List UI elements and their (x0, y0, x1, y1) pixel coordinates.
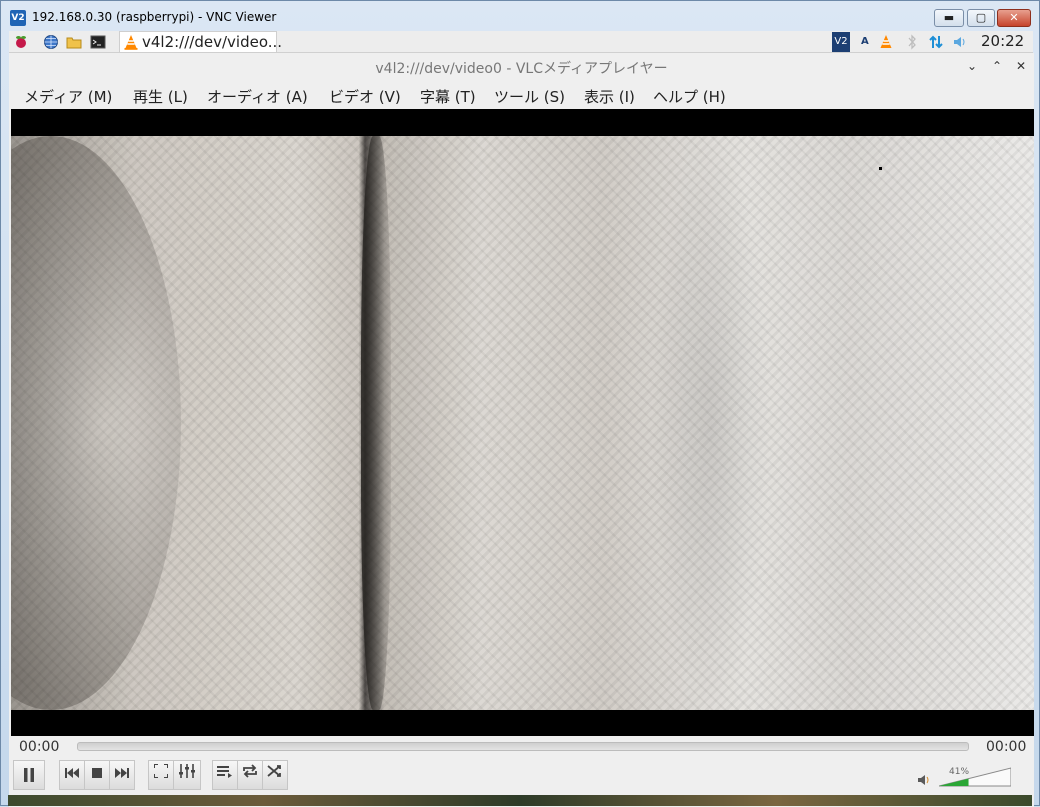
equalizer-icon (179, 764, 195, 778)
vlc-cone-icon (124, 34, 138, 50)
shuffle-button[interactable] (262, 760, 288, 790)
window-titlebar[interactable]: V2 192.168.0.30 (raspberrypi) - VNC View… (1, 1, 1039, 31)
desktop-background-strip (8, 795, 1032, 806)
pause-button[interactable] (13, 760, 45, 790)
stop-icon (92, 768, 102, 778)
maximize-icon: ▢ (975, 11, 987, 24)
vlc-close-icon[interactable]: ✕ (1016, 59, 1026, 73)
raspberry-menu-icon[interactable] (13, 34, 29, 50)
keyboard-layout-icon[interactable]: A (861, 34, 869, 50)
file-manager-icon[interactable] (66, 34, 82, 50)
shuffle-icon (267, 765, 281, 777)
menu-video[interactable]: ビデオ (V) (329, 86, 401, 107)
vnc-viewer-window: V2 192.168.0.30 (raspberrypi) - VNC View… (0, 0, 1040, 807)
network-icon[interactable] (928, 34, 944, 54)
menu-view[interactable]: 表示 (I) (584, 86, 635, 107)
fullscreen-icon (153, 763, 169, 779)
playback-controls: 41% (9, 760, 1034, 794)
menu-playback[interactable]: 再生 (L) (133, 86, 188, 107)
stop-button[interactable] (84, 760, 110, 790)
camera-video-frame (11, 136, 1034, 710)
close-icon: ✕ (1009, 11, 1019, 24)
menu-tools[interactable]: ツール (S) (494, 86, 565, 107)
seek-slider[interactable] (77, 742, 969, 751)
vlc-minimize-icon[interactable]: ⌄ (967, 59, 977, 73)
vlc-titlebar[interactable]: v4l2:///dev/video0 - VLCメディアプレイヤー ⌄ ⌃ ✕ (9, 53, 1034, 81)
menu-subtitle[interactable]: 字幕 (T) (420, 86, 476, 107)
volume-triangle (938, 767, 1012, 787)
pause-icon (24, 768, 34, 782)
playlist-button[interactable] (212, 760, 238, 790)
menu-audio[interactable]: オーディオ (A) (207, 86, 308, 107)
vlc-tray-icon[interactable] (879, 34, 893, 54)
maximize-button[interactable]: ▢ (967, 9, 995, 27)
volume-slider[interactable] (938, 766, 1012, 787)
speaker-icon (918, 775, 929, 785)
video-area[interactable] (11, 109, 1034, 736)
volume-fill (939, 778, 969, 786)
volume-mute-button[interactable] (917, 771, 931, 790)
vlc-window: v4l2:///dev/video0 - VLCメディアプレイヤー ⌄ ⌃ ✕ … (9, 53, 1034, 807)
minimize-button[interactable]: ▬ (934, 9, 964, 27)
seek-row: 00:00 00:00 (9, 736, 1034, 760)
volume-tray-icon[interactable] (952, 34, 968, 54)
menu-help[interactable]: ヘルプ (H) (653, 86, 726, 107)
panel-clock: 20:22 (981, 32, 1025, 50)
loop-button[interactable] (237, 760, 263, 790)
next-button[interactable] (109, 760, 135, 790)
window-title: 192.168.0.30 (raspberrypi) - VNC Viewer (32, 10, 277, 24)
vlc-menubar: メディア (M) 再生 (L) オーディオ (A) ビデオ (V) 字幕 (T)… (9, 83, 1034, 109)
mouse-cursor-dot (879, 167, 882, 170)
bluetooth-icon[interactable] (907, 34, 917, 54)
taskbar-vlc-window[interactable]: v4l2:///dev/video... (119, 31, 282, 53)
vnc-tray-icon[interactable]: V2 (832, 32, 850, 52)
extended-settings-button[interactable] (173, 760, 201, 790)
loop-icon (243, 764, 257, 778)
vlc-maximize-icon[interactable]: ⌃ (992, 59, 1002, 73)
taskbar-vlc-label: v4l2:///dev/video... (142, 33, 283, 51)
minimize-icon: ▬ (943, 11, 955, 24)
browser-globe-icon[interactable] (43, 34, 59, 50)
terminal-icon[interactable] (90, 34, 106, 50)
previous-button[interactable] (59, 760, 85, 790)
close-button[interactable]: ✕ (997, 9, 1031, 27)
raspberry-pi-taskbar: v4l2:///dev/video... V2 A 20:22 (9, 31, 1033, 53)
previous-icon (65, 768, 79, 778)
elapsed-time: 00:00 (19, 739, 60, 755)
menu-media[interactable]: メディア (M) (24, 86, 112, 107)
next-icon (115, 768, 129, 778)
vlc-window-title: v4l2:///dev/video0 - VLCメディアプレイヤー (375, 61, 668, 77)
playlist-icon (217, 766, 232, 778)
fullscreen-button[interactable] (148, 760, 174, 790)
remaining-time[interactable]: 00:00 (986, 739, 1026, 755)
vnc-app-icon: V2 (10, 10, 26, 26)
